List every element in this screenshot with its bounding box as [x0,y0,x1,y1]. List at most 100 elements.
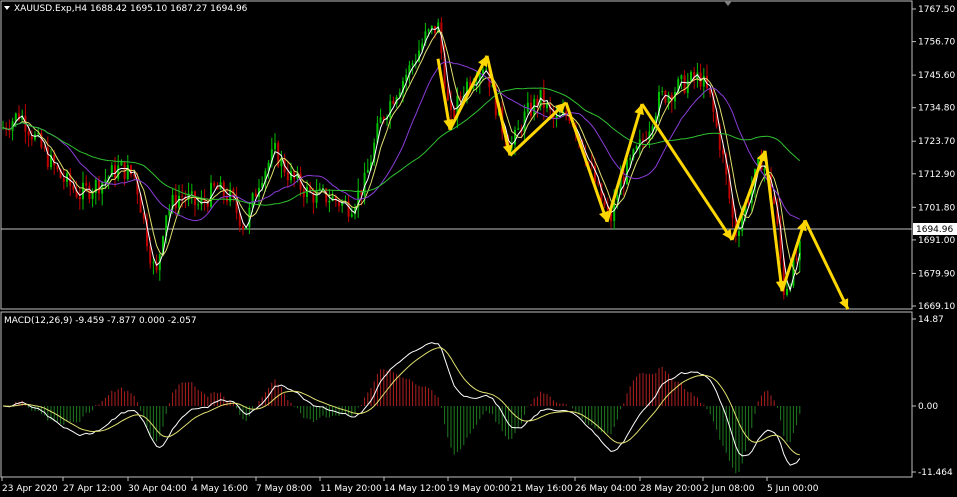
candle-body [91,193,94,200]
price-tick-label: 1669.10 [918,302,955,312]
candle-body [174,194,177,208]
time-tick-label: 30 Apr 04:00 [128,484,187,494]
candle-body [786,288,788,295]
candle-body [389,100,392,118]
candle-body [629,158,632,160]
candle-body [82,182,84,200]
price-tick-label: 1745.60 [918,71,955,81]
time-tick-label: 19 May 00:00 [448,484,510,494]
time-tick-label: 14 May 12:00 [384,484,446,494]
candle-body [482,69,484,74]
candle-series [2,17,801,300]
candle-body [293,171,296,179]
macd-signal-line [2,347,800,456]
price-tick-label: 1691.00 [918,236,955,246]
candle-body [542,89,545,109]
candle-body [517,128,520,130]
ma-long-line [2,87,801,206]
chart-shift-marker-icon[interactable] [724,1,732,6]
macd-header: MACD(12,26,9) -9.459 -7.877 0.000 -2.057 [4,316,197,326]
yellow-arrow-head-icon [599,210,609,222]
candle-body [72,185,75,190]
candle-body [98,180,100,194]
candle-body [350,214,353,217]
current-price-label: 1694.96 [916,225,953,235]
candle-body [603,201,606,206]
time-tick-label: 5 Jun 00:00 [767,484,819,494]
price-tick-label: 1756.70 [918,38,955,48]
candle-body [690,72,692,81]
candle-body [795,258,798,261]
price-tick-label: 1767.50 [918,5,955,15]
candle-body [197,204,200,206]
candle-body [126,165,129,180]
price-tick-label: 1723.70 [918,137,955,147]
candle-body [85,182,88,186]
candle-body [62,178,65,182]
macd-tick-label: -11.464 [918,468,953,478]
price-tick-label: 1712.90 [918,170,955,180]
arrow-annotations[interactable] [436,55,850,310]
candle-body [722,150,724,155]
chart-window[interactable]: 1767.50 1756.70 1745.60 1734.80 1723.70 1712.… [0,0,957,497]
candle-body [459,95,462,99]
candle-body [747,202,750,204]
candle-body [328,200,331,203]
candle-body [8,130,11,132]
candle-body [616,194,619,200]
moving-averages [2,26,801,292]
candle-body [485,68,488,70]
candle-body [642,139,644,141]
candle-body [411,63,414,66]
price-tick-label: 1734.80 [918,104,955,114]
price-axis: 1767.50 1756.70 1745.60 1734.80 1723.70 1712.… [912,5,955,312]
candle-body [242,226,244,230]
candle-body [427,29,430,32]
time-tick-label: 2 Jun 08:00 [703,484,755,494]
candle-body [555,115,558,119]
candle-body [661,91,664,93]
candle-body [213,183,216,186]
time-tick-label: 23 Apr 2020 [2,484,58,494]
candle-body [251,193,254,208]
candle-body [152,262,155,264]
candle-body [683,75,686,93]
candle-body [178,195,180,208]
candle-body [597,182,600,184]
time-tick-label: 21 May 16:00 [511,484,573,494]
yellow-arrow [803,219,850,310]
macd-panel[interactable] [0,311,913,478]
candle-body [104,179,107,183]
symbol-dropdown-icon[interactable] [4,6,10,10]
symbol-header: XAUUSD.Exp,H4 1688.42 1695.10 1687.27 16… [14,4,248,14]
time-tick-label: 4 May 16:00 [192,484,248,494]
time-axis: 23 Apr 2020 27 Apr 12:00 30 Apr 04:00 4 May… [1,477,819,494]
candle-body [78,197,81,200]
candle-body [379,117,382,124]
macd-tick-label: 14.87 [918,315,944,325]
macd-main-line [2,342,801,466]
candle-body [763,168,766,171]
candle-body [117,165,120,179]
price-panel[interactable] [0,0,913,310]
time-tick-label: 26 May 04:00 [575,484,637,494]
macd-lines [2,342,801,466]
candle-body [738,231,740,237]
candle-body [274,142,276,150]
candle-body [546,103,548,109]
price-tick-label: 1679.90 [918,269,955,279]
candle-body [210,183,212,207]
candle-body [286,172,289,181]
time-tick-label: 27 Apr 12:00 [63,484,122,494]
candle-body [526,102,529,112]
candle-body [14,113,17,122]
candle-body [446,88,449,101]
time-tick-label: 11 May 20:00 [320,484,382,494]
time-tick-label: 28 May 20:00 [640,484,702,494]
candle-body [366,169,369,173]
candle-body [27,131,30,136]
candle-body [43,147,46,149]
candle-body [254,193,257,197]
candle-body [392,100,395,104]
candle-body [149,246,152,264]
